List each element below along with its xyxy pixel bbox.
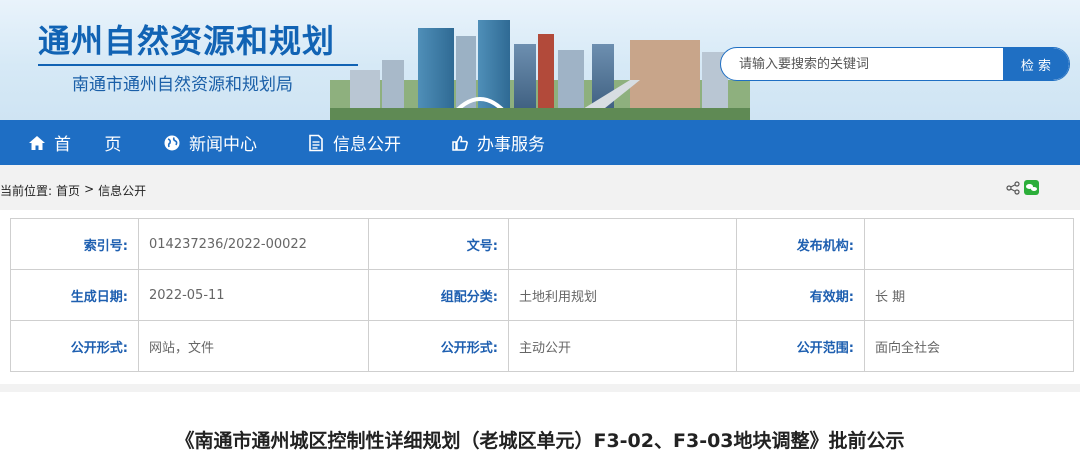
nav-item-label: 首 页 (54, 135, 136, 155)
table-row: 生成日期: 2022-05-11 组配分类: 土地利用规划 有效期: 长 期 (10, 269, 1074, 321)
meta-key: 索引号: (10, 218, 139, 270)
meta-key: 公开范围: (736, 320, 865, 372)
nav-item-info-disclosure[interactable]: 信息公开 (307, 120, 401, 165)
share-icon[interactable] (1006, 180, 1020, 195)
site-title: 通州自然资源和规划 (38, 22, 336, 60)
meta-value (508, 218, 737, 270)
search-button[interactable]: 检 索 (1003, 48, 1069, 80)
share-icons (1006, 180, 1039, 195)
breadcrumb-bar: 当前位置: 首页 > 信息公开 (0, 165, 1080, 210)
nav-item-label: 办事服务 (477, 135, 545, 155)
search-input[interactable] (721, 48, 1006, 80)
thumbs-up-icon (452, 135, 468, 151)
search-box: 检 索 (720, 47, 1070, 81)
meta-key: 有效期: (736, 269, 865, 321)
table-row: 公开形式: 网站，文件 公开形式: 主动公开 公开范围: 面向全社会 (10, 320, 1074, 372)
title-divider (38, 64, 358, 66)
meta-value: 014237236/2022-00022 (138, 218, 369, 270)
breadcrumb-separator: > (84, 182, 95, 196)
nav-item-label: 新闻中心 (189, 135, 257, 155)
globe-icon (164, 135, 180, 150)
site-subtitle: 南通市通州自然资源和规划局 (72, 75, 293, 95)
meta-value: 长 期 (864, 269, 1074, 321)
meta-key: 组配分类: (368, 269, 509, 321)
home-icon (29, 135, 45, 150)
document-metadata: 索引号: 014237236/2022-00022 文号: 发布机构: 生成日期… (0, 210, 1080, 384)
meta-key: 文号: (368, 218, 509, 270)
meta-value (864, 218, 1074, 270)
meta-key: 公开形式: (368, 320, 509, 372)
city-skyline-banner (330, 20, 750, 120)
wechat-share-icon[interactable] (1024, 180, 1039, 195)
meta-key: 生成日期: (10, 269, 139, 321)
site-header: 通州自然资源和规划 南通市通州自然资源和规划局 检 索 (0, 0, 1080, 120)
article-title: 《南通市通州城区控制性详细规划（老城区单元）F3-02、F3-03地块调整》批前… (175, 430, 905, 452)
meta-value: 2022-05-11 (138, 269, 369, 321)
meta-value: 面向全社会 (864, 320, 1074, 372)
meta-value: 主动公开 (508, 320, 737, 372)
breadcrumb-prefix: 当前位置: (0, 184, 53, 198)
meta-value: 土地利用规划 (508, 269, 737, 321)
nav-item-news[interactable]: 新闻中心 (163, 120, 257, 165)
meta-value: 网站，文件 (138, 320, 369, 372)
meta-key: 发布机构: (736, 218, 865, 270)
breadcrumb-home-link[interactable]: 首页 (56, 182, 80, 199)
document-icon (309, 134, 323, 151)
breadcrumb: 当前位置: 首页 > 信息公开 (0, 182, 146, 199)
breadcrumb-current[interactable]: 信息公开 (98, 182, 146, 199)
nav-item-home[interactable]: 首 页 (28, 120, 135, 165)
nav-item-label: 信息公开 (333, 135, 401, 155)
nav-item-services[interactable]: 办事服务 (451, 120, 545, 165)
metadata-table: 索引号: 014237236/2022-00022 文号: 发布机构: 生成日期… (10, 218, 1074, 372)
main-nav: 首 页 新闻中心 信息公开 办事服务 (0, 120, 1080, 165)
table-row: 索引号: 014237236/2022-00022 文号: 发布机构: (10, 218, 1074, 270)
article-section: 《南通市通州城区控制性详细规划（老城区单元）F3-02、F3-03地块调整》批前… (0, 384, 1080, 470)
meta-key: 公开形式: (10, 320, 139, 372)
